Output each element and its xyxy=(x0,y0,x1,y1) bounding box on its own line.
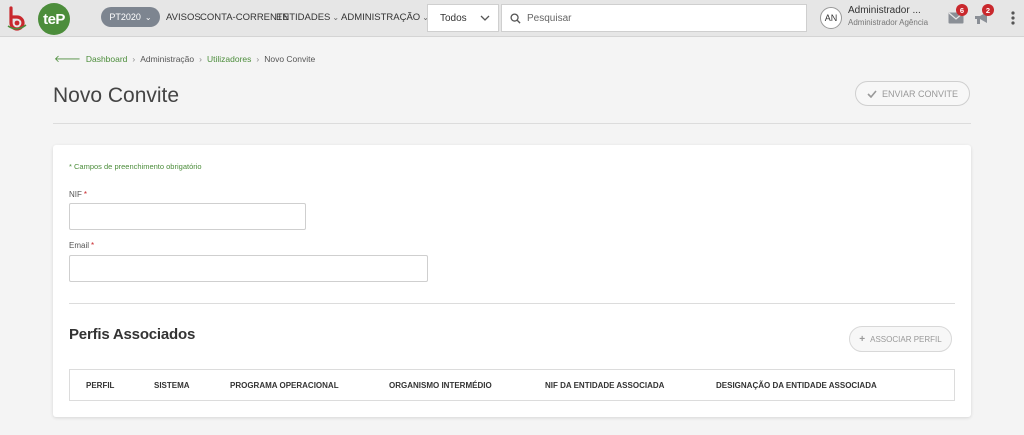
associate-profile-label: ASSOCIAR PERFIL xyxy=(870,334,942,344)
arrow-left-icon[interactable]: 🡐 xyxy=(54,53,81,65)
chevron-right-icon: › xyxy=(132,54,136,64)
profiles-section-title: Perfis Associados xyxy=(69,326,196,343)
title-divider xyxy=(53,123,971,124)
invite-form-card: * Campos de preenchimento obrigatório NI… xyxy=(53,145,971,417)
tep-logo[interactable]: teP xyxy=(38,3,70,35)
chevron-right-icon: › xyxy=(199,54,202,64)
profiles-table-header: PERFIL SISTEMA PROGRAMA OPERACIONAL ORGA… xyxy=(69,369,955,401)
breadcrumb-dashboard[interactable]: Dashboard xyxy=(86,54,128,64)
nav-administracao[interactable]: ADMINISTRAÇÃO ⌄ xyxy=(341,12,429,23)
nif-label: NIF * xyxy=(69,190,88,199)
top-bar: teP PT2020 ⌄ AVISOS CONTA-CORRENTE ENTID… xyxy=(0,0,1024,37)
chevron-down-icon xyxy=(480,15,490,21)
send-invite-label: ENVIAR CONVITE xyxy=(881,88,958,99)
search-filter-value: Todos xyxy=(440,12,467,24)
avatar[interactable]: AN xyxy=(820,7,842,29)
b-logo-icon[interactable] xyxy=(4,5,30,31)
nav-entidades[interactable]: ENTIDADES ⌄ xyxy=(276,12,339,23)
chevron-down-icon: ⌄ xyxy=(144,12,152,22)
notifications-badge: 2 xyxy=(982,4,994,16)
search-bar xyxy=(501,4,807,32)
user-name[interactable]: Administrador ... xyxy=(848,5,921,16)
context-selector-label: PT2020 xyxy=(109,12,141,22)
messages-button[interactable]: 6 xyxy=(946,4,968,28)
chevron-right-icon: › xyxy=(256,54,260,64)
breadcrumb-administracao: Administração xyxy=(140,54,195,64)
column-header-sistema[interactable]: SISTEMA xyxy=(154,381,190,390)
notifications-button[interactable]: 2 xyxy=(972,4,994,28)
plus-icon: + xyxy=(859,333,866,345)
required-fields-note: * Campos de preenchimento obrigatório xyxy=(69,162,202,171)
search-icon[interactable] xyxy=(510,12,521,24)
breadcrumb: 🡐 Dashboard › Administração › Utilizador… xyxy=(54,53,315,65)
kebab-icon xyxy=(1011,11,1015,25)
breadcrumb-utilizadores[interactable]: Utilizadores xyxy=(207,54,251,64)
nav-avisos[interactable]: AVISOS xyxy=(166,12,201,23)
more-menu-button[interactable] xyxy=(1003,8,1023,28)
chevron-down-icon: ⌄ xyxy=(332,13,340,22)
check-icon xyxy=(867,89,877,98)
email-field[interactable] xyxy=(69,255,428,282)
column-header-perfil[interactable]: PERFIL xyxy=(86,381,114,390)
column-header-organismo-intermedio[interactable]: ORGANISMO INTERMÉDIO xyxy=(389,381,492,390)
nif-field[interactable] xyxy=(69,203,306,230)
user-role: Administrador Agência xyxy=(848,18,929,27)
context-selector[interactable]: PT2020 ⌄ xyxy=(101,7,160,27)
messages-badge: 6 xyxy=(956,4,968,16)
page-title: Novo Convite xyxy=(53,84,180,107)
breadcrumb-current: Novo Convite xyxy=(264,54,316,64)
search-input[interactable] xyxy=(527,12,787,24)
column-header-designacao-entidade[interactable]: DESIGNAÇÃO DA ENTIDADE ASSOCIADA xyxy=(716,381,877,390)
column-header-programa-operacional[interactable]: PROGRAMA OPERACIONAL xyxy=(230,381,339,390)
column-header-nif-entidade[interactable]: NIF DA ENTIDADE ASSOCIADA xyxy=(545,381,664,390)
section-divider xyxy=(69,303,955,304)
associate-profile-button[interactable]: + ASSOCIAR PERFIL xyxy=(849,326,952,352)
email-label: Email * xyxy=(69,241,95,250)
send-invite-button[interactable]: ENVIAR CONVITE xyxy=(855,81,970,106)
search-filter-select[interactable]: Todos xyxy=(427,4,499,32)
